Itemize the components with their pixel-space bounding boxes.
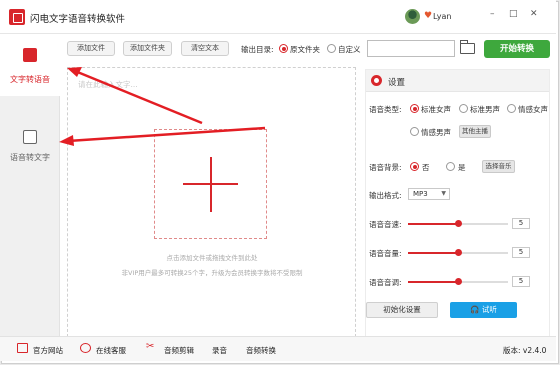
voice-emotional-male-radio[interactable] [410, 127, 419, 136]
choose-music-button[interactable]: 选择音乐 [482, 160, 515, 173]
add-file-button[interactable]: 添加文件 [67, 41, 115, 56]
vip-limit-hint: 非VIP用户最多可转换25个字，升级为会员转换字数将不受限制 [121, 269, 303, 277]
settings-title: 设置 [388, 78, 406, 88]
background-yes-radio[interactable] [446, 162, 455, 171]
version-label-text: 版本: [503, 346, 521, 355]
voice-option-label[interactable]: 标准女声 [421, 104, 451, 115]
record-link[interactable]: 录音 [212, 345, 227, 356]
output-dir-label: 输出目录: [241, 45, 274, 54]
user-avatar[interactable] [405, 9, 420, 24]
source-folder-label[interactable]: 原文件夹 [290, 44, 320, 55]
background-yes-label[interactable]: 是 [458, 162, 466, 173]
pitch-slider-fill [408, 281, 458, 283]
voice-type-label: 语音类型: [369, 105, 402, 114]
format-select[interactable]: MP3 ▼ [408, 188, 450, 200]
listen-label: 试听 [481, 305, 497, 314]
minimize-button[interactable]: – [490, 9, 495, 19]
add-folder-button[interactable]: 添加文件夹 [123, 41, 172, 56]
pitch-label: 语音音调: [369, 278, 402, 287]
audio-cut-link[interactable]: 音频剪辑 [164, 345, 194, 356]
volume-value-input[interactable]: 5 [512, 247, 530, 258]
sidebar-item-text-to-speech[interactable]: 文字转语音 [0, 34, 60, 96]
speed-value-input[interactable]: 5 [512, 218, 530, 229]
background-label: 语音背景: [369, 163, 402, 172]
speed-label: 语音音速: [369, 220, 402, 229]
scissors-icon: ✂ [146, 341, 155, 352]
voice-standard-female-radio[interactable] [410, 104, 419, 113]
support-icon [80, 343, 91, 353]
sidebar-item-label: 语音转文字 [10, 153, 50, 162]
text-to-speech-icon [23, 48, 37, 62]
app-logo-icon [9, 9, 25, 25]
format-label: 输出格式: [369, 191, 402, 200]
app-title: 闪电文字语音转换软件 [30, 14, 126, 25]
speed-slider-fill [408, 223, 458, 225]
voice-emotional-female-radio[interactable] [507, 104, 516, 113]
official-website-link[interactable]: 官方网站 [33, 345, 63, 356]
voice-option-label[interactable]: 标准男声 [470, 104, 500, 115]
format-value: MP3 [413, 190, 428, 198]
voice-option-label[interactable]: 情感女声 [518, 104, 548, 115]
plus-icon-vertical[interactable] [210, 157, 212, 212]
voice-option-label[interactable]: 情感男声 [421, 127, 451, 138]
version-label: 版本: v2.4.0 [503, 345, 546, 356]
vip-heart-icon: ♥ [424, 11, 433, 21]
maximize-button[interactable]: □ [509, 9, 518, 19]
volume-slider-fill [408, 252, 458, 254]
chevron-down-icon: ▼ [441, 190, 446, 197]
clear-text-button[interactable]: 清空文本 [181, 41, 229, 56]
audio-convert-link[interactable]: 音频转换 [246, 345, 276, 356]
text-placeholder: 请在此输入文字... [78, 80, 138, 89]
listen-button[interactable]: 🎧 试听 [450, 302, 517, 318]
other-anchor-button[interactable]: 其他主播 [459, 125, 491, 138]
username[interactable]: Lyan [433, 12, 451, 21]
source-folder-radio[interactable] [279, 44, 288, 53]
speed-slider-handle[interactable] [455, 220, 462, 227]
online-support-link[interactable]: 在线客服 [96, 345, 126, 356]
sidebar-item-speech-to-text[interactable]: 语音转文字 [0, 118, 60, 180]
pitch-value-input[interactable]: 5 [512, 276, 530, 287]
drop-hint: 点击添加文件或拖拽文件到此处 [166, 254, 258, 262]
monitor-icon [17, 343, 28, 353]
reset-settings-button[interactable]: 初始化设置 [366, 302, 438, 318]
version-number: v2.4.0 [522, 346, 547, 355]
volume-slider-handle[interactable] [455, 249, 462, 256]
background-no-radio[interactable] [410, 162, 419, 171]
custom-folder-label[interactable]: 自定义 [338, 44, 361, 55]
speech-to-text-icon [23, 130, 37, 144]
background-no-label[interactable]: 否 [422, 162, 430, 173]
start-convert-button[interactable]: 开始转换 [484, 40, 550, 58]
folder-icon[interactable] [460, 40, 475, 54]
output-path-input[interactable] [367, 40, 455, 57]
close-button[interactable]: ✕ [530, 9, 538, 19]
voice-standard-male-radio[interactable] [459, 104, 468, 113]
pitch-slider-handle[interactable] [455, 278, 462, 285]
headphones-icon: 🎧 [470, 305, 482, 314]
gear-icon [371, 75, 382, 86]
volume-label: 语音音量: [369, 249, 402, 258]
custom-folder-radio[interactable] [327, 44, 336, 53]
sidebar-item-label: 文字转语音 [10, 75, 50, 84]
